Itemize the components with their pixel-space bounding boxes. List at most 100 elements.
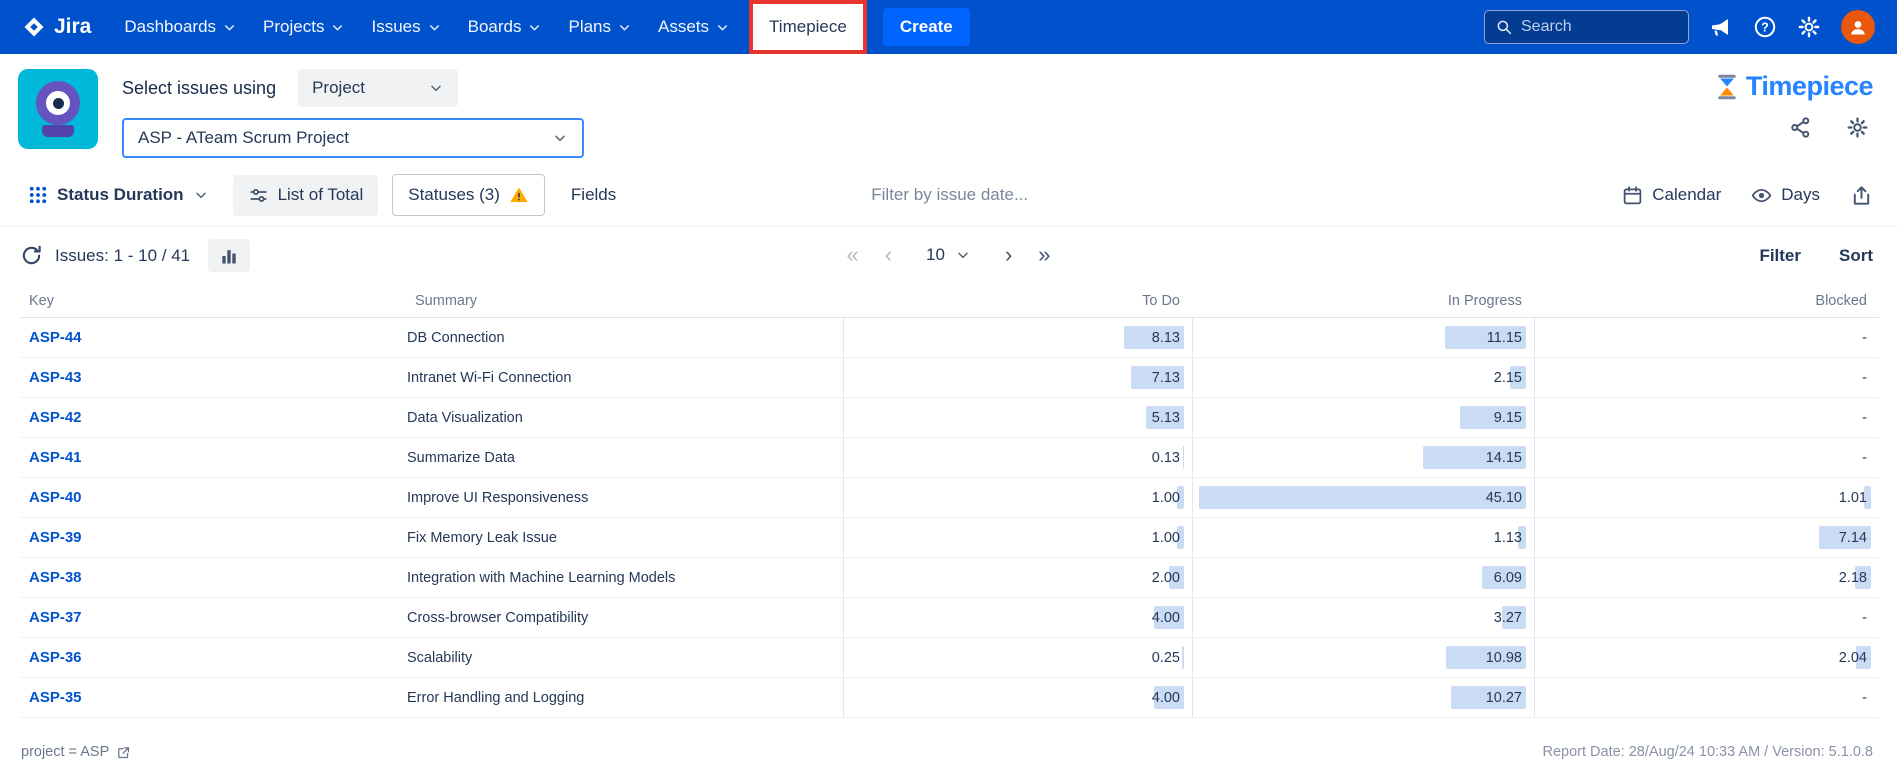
todo-value: 4.00 <box>1152 690 1180 706</box>
blocked-duration-cell: - <box>1534 678 1879 717</box>
todo-duration-cell: 4.00 <box>843 678 1192 717</box>
days-toggle-button[interactable]: Days <box>1751 185 1820 206</box>
nav-item-projects[interactable]: Projects <box>250 8 358 46</box>
jira-logo[interactable]: Jira <box>22 15 91 39</box>
issue-key-link[interactable]: ASP-36 <box>29 649 82 666</box>
todo-duration-cell: 8.13 <box>843 318 1192 357</box>
issue-key-link[interactable]: ASP-42 <box>29 409 82 426</box>
issue-key-link[interactable]: ASP-38 <box>29 569 82 586</box>
todo-duration-cell: 5.13 <box>843 398 1192 437</box>
blocked-value: - <box>1862 410 1867 426</box>
nav-item-label: Assets <box>658 17 709 37</box>
inprogress-value: 1.13 <box>1494 530 1522 546</box>
sort-button[interactable]: Sort <box>1839 246 1873 266</box>
announcements-icon[interactable] <box>1709 15 1733 39</box>
nav-item-plans[interactable]: Plans <box>555 8 645 46</box>
issue-source-type-select[interactable]: Project <box>298 69 458 107</box>
user-avatar-icon <box>1848 17 1868 37</box>
table-row: ASP-35 Error Handling and Logging 4.00 1… <box>21 678 1879 718</box>
nav-item-dashboards[interactable]: Dashboards <box>111 8 250 46</box>
col-header-todo[interactable]: To Do <box>843 293 1192 309</box>
blocked-value: - <box>1862 450 1867 466</box>
nav-item-assets[interactable]: Assets <box>645 8 743 46</box>
next-page-button[interactable]: › <box>1005 244 1012 266</box>
blocked-duration-cell: - <box>1534 398 1879 437</box>
issue-key-link[interactable]: ASP-41 <box>29 449 82 466</box>
todo-value: 0.13 <box>1152 450 1180 466</box>
fields-button[interactable]: Fields <box>571 185 616 205</box>
duration-bar <box>1182 646 1184 669</box>
date-filter-placeholder[interactable]: Filter by issue date... <box>871 185 1028 205</box>
nav-search[interactable] <box>1484 10 1689 44</box>
page: Jira DashboardsProjectsIssuesBoardsPlans… <box>0 0 1897 776</box>
table-row: ASP-44 DB Connection 8.13 11.15 - <box>21 318 1879 358</box>
project-select[interactable]: ASP - ATeam Scrum Project <box>122 118 584 158</box>
timepiece-logo-text: Timepiece <box>1746 71 1873 102</box>
create-button[interactable]: Create <box>883 8 970 46</box>
calendar-icon <box>1622 185 1643 206</box>
report-toolbar: Status Duration List of Total Statuses (… <box>0 166 1897 227</box>
issue-key-link[interactable]: ASP-40 <box>29 489 82 506</box>
issue-table-body: ASP-44 DB Connection 8.13 11.15 - ASP-43… <box>21 318 1879 718</box>
issue-key-link[interactable]: ASP-35 <box>29 689 82 706</box>
blocked-value: 2.04 <box>1839 650 1867 666</box>
app-icon-pupil <box>53 98 64 109</box>
blocked-value: 1.01 <box>1839 490 1867 506</box>
page-size-value: 10 <box>926 245 945 265</box>
app-icon-base <box>42 125 74 137</box>
issue-key-link[interactable]: ASP-39 <box>29 529 82 546</box>
todo-duration-cell: 1.00 <box>843 518 1192 557</box>
todo-duration-cell: 2.00 <box>843 558 1192 597</box>
table-row: ASP-42 Data Visualization 5.13 9.15 - <box>21 398 1879 438</box>
help-icon[interactable]: ? <box>1753 15 1777 39</box>
issue-key-link[interactable]: ASP-37 <box>29 609 82 626</box>
col-header-summary[interactable]: Summary <box>407 293 843 309</box>
inprogress-value: 10.98 <box>1486 650 1522 666</box>
export-icon[interactable] <box>1850 184 1873 207</box>
chevron-down-icon <box>715 20 730 35</box>
col-header-key[interactable]: Key <box>21 293 407 309</box>
todo-value: 5.13 <box>1152 410 1180 426</box>
chart-view-button[interactable] <box>208 239 250 272</box>
eye-icon <box>1751 185 1772 206</box>
inprogress-value: 6.09 <box>1494 570 1522 586</box>
last-page-button[interactable]: » <box>1038 244 1050 266</box>
nav-item-timepiece[interactable]: Timepiece <box>753 4 863 50</box>
blocked-duration-cell: 2.18 <box>1534 558 1879 597</box>
issue-summary: Cross-browser Compatibility <box>407 610 843 626</box>
timepiece-app-icon <box>18 69 98 149</box>
todo-value: 4.00 <box>1152 610 1180 626</box>
page-size-select[interactable]: 10 <box>918 240 979 270</box>
calendar-view-button[interactable]: Calendar <box>1622 185 1721 206</box>
timepiece-logo: Timepiece <box>1712 71 1873 102</box>
report-settings-gear-icon[interactable] <box>1846 116 1869 139</box>
search-input[interactable] <box>1521 18 1678 36</box>
issue-key-link[interactable]: ASP-44 <box>29 329 82 346</box>
share-icon[interactable] <box>1789 116 1812 139</box>
blocked-value: - <box>1862 330 1867 346</box>
first-page-button[interactable]: « <box>846 244 858 266</box>
header-actions <box>1789 116 1873 139</box>
inprogress-duration-cell: 14.15 <box>1192 438 1534 477</box>
duration-bar <box>1199 486 1526 509</box>
warning-icon <box>509 185 529 205</box>
chevron-down-icon <box>193 187 209 203</box>
user-avatar[interactable] <box>1841 10 1875 44</box>
issue-key-link[interactable]: ASP-43 <box>29 369 82 386</box>
nav-item-issues[interactable]: Issues <box>358 8 454 46</box>
duration-bar <box>1183 446 1184 469</box>
filter-button[interactable]: Filter <box>1759 246 1801 266</box>
jql-query-link[interactable]: project = ASP <box>21 744 131 760</box>
toolbar-right: Calendar Days <box>1622 184 1873 207</box>
nav-item-boards[interactable]: Boards <box>455 8 556 46</box>
blocked-duration-cell: 1.01 <box>1534 478 1879 517</box>
settings-gear-icon[interactable] <box>1797 15 1821 39</box>
col-header-blocked[interactable]: Blocked <box>1534 293 1879 309</box>
view-mode-select[interactable]: Status Duration <box>18 177 219 213</box>
statuses-button[interactable]: Statuses (3) <box>392 174 545 216</box>
col-header-inprogress[interactable]: In Progress <box>1192 293 1534 309</box>
prev-page-button[interactable]: ‹ <box>885 244 892 266</box>
refresh-icon[interactable] <box>20 244 43 267</box>
list-of-total-button[interactable]: List of Total <box>233 175 379 216</box>
issue-source-fields: Select issues using Project ASP - ATeam … <box>122 69 584 158</box>
